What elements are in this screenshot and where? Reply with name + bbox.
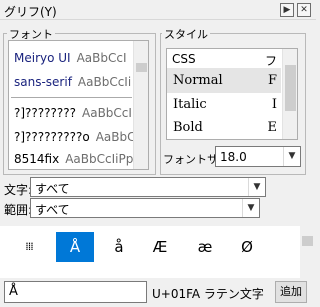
font-item-sans-serif[interactable]: sans-serif AaBbCcIi [9,70,131,94]
style-item-bold[interactable]: Bold E [167,116,281,139]
close-icon[interactable]: ✕ [297,3,311,17]
chevron-down-icon[interactable]: ▼ [283,147,300,166]
style-item-normal[interactable]: Normal F [167,69,281,93]
add-button[interactable]: 追加 [275,281,307,303]
font-list-scrollbar[interactable] [133,41,148,169]
chevron-down-icon[interactable]: ▼ [242,199,259,217]
title-bar: グリフ(Y) ▶ ✕ [0,0,316,20]
glyph-cell-selected[interactable]: Å [56,232,94,262]
font-item-unknown-2[interactable]: ?]?????????o AaBbC [9,125,136,149]
style-col2: I [271,97,277,112]
scroll-thumb[interactable] [302,236,313,246]
glyph-cell[interactable]: å [100,232,138,262]
font-list[interactable]: Meiryo UI AaBbCcI sans-serif AaBbCcIi ?]??… [8,40,149,170]
font-sample: AaBbCcI [76,51,127,65]
scroll-thumb[interactable] [136,63,147,72]
collapse-icon[interactable]: ▶ [280,3,294,17]
font-sample: AaBbCcIi [77,75,132,89]
style-list-scrollbar[interactable] [282,49,297,139]
font-name: sans-serif [14,75,72,89]
codepoint-label: U+01FA ラテン文字 [152,287,264,301]
glyph-cell[interactable]: æ [186,232,224,262]
text-filter-value: すべて [35,182,70,196]
glyph-grid: ⁞⁞⁞ Å å Æ æ Ø [0,226,316,278]
preview-char: Å [9,284,18,299]
range-filter-label: 範囲: [4,203,33,217]
style-list-header[interactable]: CSS フ [167,49,281,69]
range-filter-combo[interactable]: すべて ▼ [30,198,260,218]
font-name: ?]?????????o [14,130,90,144]
font-item-8514fix[interactable]: 8514fix AaBbCcIiPp [9,147,134,169]
font-name: 8514fix [14,152,60,166]
glyph-cell[interactable]: ⁞⁞⁞ [10,232,48,262]
style-item-italic[interactable]: Italic I [167,93,281,117]
glyph-cell[interactable]: Æ [141,232,179,262]
style-name: Normal [173,73,223,88]
font-size-combo[interactable]: 18.0 ▼ [215,146,301,167]
style-name: Italic [173,97,207,112]
font-name: ?]???????? [14,106,77,120]
style-name: Bold [173,120,203,135]
font-sample: AaBbCcI [82,106,132,120]
font-size-value: 18.0 [220,150,247,164]
scroll-thumb[interactable] [285,65,296,111]
header-col2: フ [264,54,277,68]
range-filter-value: すべて [35,203,70,217]
style-col2: E [267,120,278,135]
preview-char-field[interactable]: Å [4,281,147,303]
glyph-scrollbar[interactable] [300,226,316,278]
font-sample: AaBbC [95,130,136,144]
text-filter-label: 文字: [4,183,33,197]
font-name: Meiryo UI [14,51,71,65]
font-size-label: フォントサ [163,153,218,166]
glyph-cell[interactable]: Ø [228,232,266,262]
list-separator [11,97,132,98]
style-group-label: スタイル [162,26,210,42]
style-col2: F [267,73,277,88]
font-sample: AaBbCcIiPp [65,152,134,166]
text-filter-combo[interactable]: すべて ▼ [30,177,266,197]
chevron-down-icon[interactable]: ▼ [248,178,265,196]
style-list[interactable]: CSS フ Normal F Italic I Bold E [166,48,298,140]
font-item-meiryo-ui[interactable]: Meiryo UI AaBbCcI [9,46,127,70]
font-item-unknown-1[interactable]: ?]???????? AaBbCcI [9,101,132,125]
header-css: CSS [172,52,196,66]
panel-title: グリフ(Y) [4,5,57,19]
